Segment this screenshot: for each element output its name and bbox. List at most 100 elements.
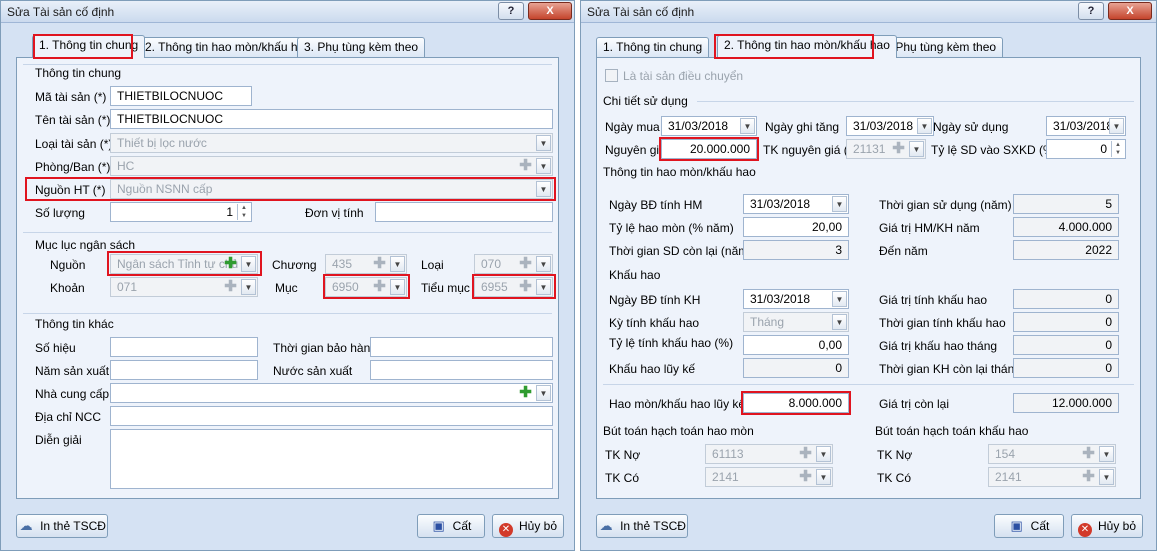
chevron-down-icon[interactable]: ▼: [832, 291, 847, 307]
supplier-address-input[interactable]: [110, 406, 553, 426]
hm-debit-select[interactable]: 61113 ✚ ▼: [705, 444, 833, 464]
kh-credit-select[interactable]: 2141 ✚ ▼: [988, 467, 1116, 487]
add-icon[interactable]: ✚: [797, 469, 814, 485]
add-icon[interactable]: ✚: [1080, 446, 1097, 462]
end-year-input[interactable]: 2022: [1013, 240, 1119, 260]
chevron-down-icon[interactable]: ▼: [536, 158, 551, 174]
manufacture-country-input[interactable]: [370, 360, 553, 380]
kh-remaining-input[interactable]: 0: [1013, 358, 1119, 378]
purchase-date-picker[interactable]: 31/03/2018 ▼: [661, 116, 757, 136]
tab-depreciation[interactable]: 2. Thông tin hao mòn/khấu hao: [717, 35, 897, 58]
kh-duration-input[interactable]: 0: [1013, 312, 1119, 332]
add-icon[interactable]: ✚: [797, 446, 814, 462]
asset-type-select[interactable]: Thiết bị lọc nước ▼: [110, 133, 553, 153]
close-button[interactable]: X: [1108, 2, 1152, 20]
add-icon[interactable]: ✚: [517, 256, 534, 272]
hm-start-date-picker[interactable]: 31/03/2018 ▼: [743, 194, 849, 214]
business-ratio-stepper[interactable]: 0 ▲ ▼: [1046, 139, 1126, 159]
save-button[interactable]: ▣ Cất: [417, 514, 485, 538]
chevron-down-icon[interactable]: ▼: [536, 256, 551, 272]
chevron-down-icon[interactable]: ▼: [816, 469, 831, 485]
subsection-select[interactable]: 6955 ✚ ▼: [474, 277, 553, 297]
add-icon[interactable]: ✚: [371, 256, 388, 272]
kh-accumulated-input[interactable]: 0: [743, 358, 849, 378]
remaining-life-input[interactable]: 3: [743, 240, 849, 260]
unit-input[interactable]: [375, 202, 553, 222]
help-button[interactable]: ?: [1078, 2, 1104, 20]
add-icon[interactable]: ✚: [517, 385, 534, 401]
hm-credit-select[interactable]: 2141 ✚ ▼: [705, 467, 833, 487]
funding-source-select[interactable]: Nguồn NSNN cấp ▼: [110, 179, 553, 199]
title-bar: Sửa Tài sản cố định ? X: [1, 1, 574, 23]
useful-life-input[interactable]: 5: [1013, 194, 1119, 214]
chevron-down-icon[interactable]: ▼: [536, 181, 551, 197]
cancel-button[interactable]: ✕ Hủy bỏ: [1071, 514, 1143, 538]
chapter-select[interactable]: 435 ✚ ▼: [325, 254, 407, 274]
serial-input[interactable]: [110, 337, 258, 357]
chevron-down-icon[interactable]: ▼: [536, 279, 551, 295]
add-icon[interactable]: ✚: [222, 256, 239, 272]
section-general-title: Thông tin chung: [35, 66, 122, 80]
tab-general[interactable]: 1. Thông tin chung: [596, 37, 710, 57]
chevron-down-icon[interactable]: ▼: [390, 256, 405, 272]
chevron-down-icon[interactable]: ▼: [740, 118, 755, 134]
chevron-down-icon[interactable]: ▼: [816, 446, 831, 462]
warranty-input[interactable]: [370, 337, 553, 357]
chevron-down-icon[interactable]: ▼: [1109, 118, 1124, 134]
department-select[interactable]: HC ✚ ▼: [110, 156, 553, 176]
chevron-down-icon[interactable]: ▼: [241, 256, 256, 272]
save-button[interactable]: ▣ Cất: [994, 514, 1064, 538]
tab-accessories[interactable]: 3. Phụ tùng kèm theo: [297, 37, 426, 57]
original-cost-input[interactable]: 20.000.000: [661, 139, 757, 159]
source-select[interactable]: Ngân sách Tỉnh tự chủ ✚ ▼: [110, 254, 258, 274]
asset-name-input[interactable]: THIETBILOCNUOC: [110, 109, 553, 129]
kh-rate-input[interactable]: 0,00: [743, 335, 849, 355]
use-date-picker[interactable]: 31/03/2018 ▼: [1046, 116, 1126, 136]
section-code-select[interactable]: 6950 ✚ ▼: [325, 277, 407, 297]
chevron-down-icon[interactable]: ▼: [390, 279, 405, 295]
print-card-button[interactable]: ☁ In thẻ TSCĐ: [596, 514, 688, 538]
kh-debit-select[interactable]: 154 ✚ ▼: [988, 444, 1116, 464]
close-button[interactable]: X: [528, 2, 572, 20]
supplier-select[interactable]: ✚ ▼: [110, 383, 553, 403]
cancel-button[interactable]: ✕ Hủy bỏ: [492, 514, 564, 538]
manufacture-year-input[interactable]: [110, 360, 258, 380]
remaining-value-input[interactable]: 12.000.000: [1013, 393, 1119, 413]
add-icon[interactable]: ✚: [517, 279, 534, 295]
spin-arrows-icon[interactable]: ▲ ▼: [237, 204, 250, 220]
kh-period-select[interactable]: Tháng ▼: [743, 312, 849, 332]
chevron-down-icon[interactable]: ▼: [536, 385, 551, 401]
add-icon[interactable]: ✚: [1080, 469, 1097, 485]
hm-rate-input[interactable]: 20,00: [743, 217, 849, 237]
asset-code-input[interactable]: THIETBILOCNUOC: [110, 86, 252, 106]
kh-start-date-picker[interactable]: 31/03/2018 ▼: [743, 289, 849, 309]
transfer-checkbox[interactable]: [605, 69, 618, 82]
tab-depreciation[interactable]: 2. Thông tin hao mòn/khấu hao: [138, 37, 318, 57]
chevron-down-icon[interactable]: ▼: [536, 135, 551, 151]
tab-general[interactable]: 1. Thông tin chung: [32, 35, 146, 58]
quantity-stepper[interactable]: 1 ▲ ▼: [110, 202, 252, 222]
spin-arrows-icon[interactable]: ▲ ▼: [1111, 141, 1124, 157]
chevron-down-icon[interactable]: ▼: [241, 279, 256, 295]
category-select[interactable]: 070 ✚ ▼: [474, 254, 553, 274]
item-select[interactable]: 071 ✚ ▼: [110, 277, 258, 297]
chevron-down-icon[interactable]: ▼: [832, 314, 847, 330]
chevron-down-icon[interactable]: ▼: [832, 196, 847, 212]
print-card-button[interactable]: ☁ In thẻ TSCĐ: [16, 514, 108, 538]
chevron-down-icon[interactable]: ▼: [1099, 469, 1114, 485]
help-button[interactable]: ?: [498, 2, 524, 20]
kh-monthly-input[interactable]: 0: [1013, 335, 1119, 355]
cost-account-select[interactable]: 21131 ✚ ▼: [846, 139, 926, 159]
add-icon[interactable]: ✚: [890, 141, 907, 157]
add-icon[interactable]: ✚: [371, 279, 388, 295]
description-textarea[interactable]: [110, 429, 553, 489]
add-icon[interactable]: ✚: [517, 158, 534, 174]
total-accumulated-input[interactable]: 8.000.000: [743, 393, 849, 413]
kh-base-input[interactable]: 0: [1013, 289, 1119, 309]
annual-hm-input[interactable]: 4.000.000: [1013, 217, 1119, 237]
chevron-down-icon[interactable]: ▼: [909, 141, 924, 157]
add-icon[interactable]: ✚: [222, 279, 239, 295]
chevron-down-icon[interactable]: ▼: [917, 118, 932, 134]
chevron-down-icon[interactable]: ▼: [1099, 446, 1114, 462]
record-date-picker[interactable]: 31/03/2018 ▼: [846, 116, 934, 136]
